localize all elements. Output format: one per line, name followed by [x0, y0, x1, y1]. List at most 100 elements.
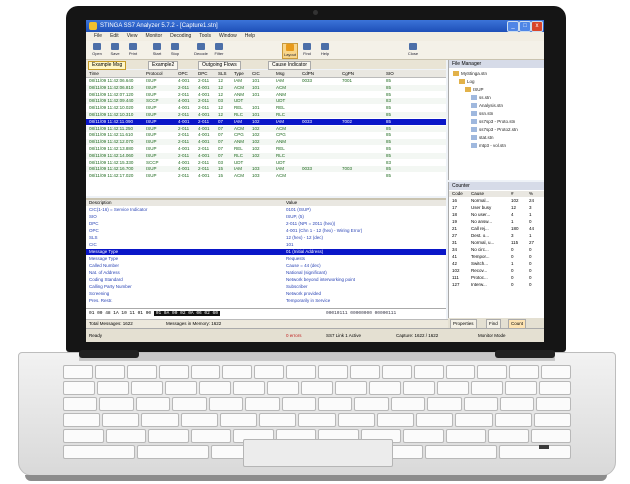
key[interactable] [190, 365, 221, 379]
key[interactable] [335, 381, 367, 395]
decode-line[interactable]: Nat. of Address National (significant) [86, 270, 446, 276]
key[interactable] [536, 397, 571, 411]
key[interactable] [63, 429, 104, 443]
table-row[interactable]: 08/11/09 11:42:07.120 ISUP 2-011 4-001 12 ANM… [86, 92, 446, 98]
key[interactable] [99, 397, 134, 411]
decode-line[interactable]: Message Type 01 (Initial Address) [86, 249, 446, 255]
key[interactable] [369, 381, 401, 395]
key[interactable] [317, 397, 353, 411]
toolbar-help-button[interactable]: Help [318, 43, 332, 57]
key[interactable] [281, 397, 316, 411]
key[interactable] [126, 365, 157, 379]
counter-row[interactable]: 127 Interw... 0 0 [449, 282, 544, 288]
decode-line[interactable]: Message Type Requests [86, 256, 446, 262]
decode-line[interactable]: Pres. Restr. Temporarily in Service [86, 298, 446, 304]
table-row[interactable]: 08/11/09 11:42:12.070 ISUP 2-011 4-001 07 ANM… [86, 139, 446, 146]
key[interactable] [413, 365, 444, 379]
key[interactable] [148, 429, 189, 443]
key[interactable] [298, 413, 336, 427]
decode-line[interactable]: SIO ISUP, (5) [86, 214, 446, 220]
key[interactable] [463, 397, 499, 411]
toolbar-open-button[interactable]: Open [90, 43, 104, 57]
file-tree-node[interactable]: ss7sp3 - Proto2.stn [471, 126, 518, 133]
menu-file[interactable]: File [94, 33, 102, 39]
column-header[interactable]: SLS [218, 70, 227, 77]
toolbar-stop-button[interactable]: Stop [168, 43, 182, 57]
counter-row[interactable]: 17 User busy 12 3 [449, 205, 544, 211]
key[interactable] [416, 413, 454, 427]
close-button[interactable]: x [531, 21, 543, 32]
key[interactable] [172, 397, 207, 411]
decode-line[interactable]: DPC 2-011 (NPI = 2011 (hex)) [86, 221, 446, 227]
counter-row[interactable]: 31 Normal, u... 115 27 [449, 240, 544, 246]
key[interactable] [94, 365, 125, 379]
key[interactable] [381, 365, 412, 379]
file-tree-node[interactable]: ISUP [465, 86, 484, 93]
file-tree-node[interactable]: ssn.stn [471, 110, 493, 117]
counter-row[interactable]: 102 Recov... 0 0 [449, 268, 544, 274]
column-header[interactable]: Time [89, 70, 99, 77]
key[interactable] [427, 397, 462, 411]
menu-tools[interactable]: Tools [199, 33, 211, 39]
key[interactable] [259, 413, 297, 427]
key[interactable] [63, 445, 135, 459]
column-header[interactable]: CIC [252, 70, 260, 77]
key[interactable] [105, 429, 146, 443]
key[interactable] [500, 397, 535, 411]
table-row[interactable]: 08/11/09 11:42:16.700 ISUP 4-001 2-011 15 IAM… [86, 166, 446, 173]
file-tree-node[interactable]: ss.stn [471, 94, 491, 101]
key[interactable] [318, 365, 348, 379]
key[interactable] [286, 365, 316, 379]
key[interactable] [455, 413, 493, 427]
decode-line[interactable]: Called Number Cause = 44 (dec) [86, 263, 446, 269]
column-header[interactable]: Msg [276, 70, 285, 77]
toolbar-print-button[interactable]: Print [126, 43, 140, 57]
table-row[interactable]: 08/11/09 11:42:15.330 SCCP 4-001 2-011 03 UDT… [86, 160, 446, 166]
tab-example2[interactable]: Example2 [148, 61, 179, 70]
key[interactable] [533, 413, 572, 427]
key[interactable] [471, 381, 503, 395]
column-header[interactable]: CdPN [302, 70, 314, 77]
key[interactable] [445, 429, 486, 443]
tab-outgoing-flows[interactable]: Outgoing Flows [198, 61, 241, 70]
decode-line[interactable]: Calling Party Number Subscriber [86, 284, 446, 290]
tab-cause-indicator[interactable]: Cause Indicator [268, 61, 312, 70]
key[interactable] [180, 413, 218, 427]
counter-row[interactable]: 18 No user... 4 1 [449, 212, 544, 218]
menu-help[interactable]: Help [245, 33, 255, 39]
decode-line[interactable]: OPC 4-001 (Chn 1 - 12 (hex) - Wiring Erro… [86, 228, 446, 234]
counter-row[interactable]: 27 Dest. o... 3 1 [449, 233, 544, 239]
decode-line[interactable]: CIC 101 [86, 242, 446, 248]
toolbar-layout-button[interactable]: Layout [282, 43, 298, 59]
counter-column-header[interactable]: % [529, 191, 533, 197]
key[interactable] [135, 397, 171, 411]
key[interactable] [63, 413, 101, 427]
counter-row[interactable]: 34 No circ... 0 0 [449, 247, 544, 253]
maximize-button[interactable]: □ [519, 21, 531, 32]
toolbar-decode-button[interactable]: Decode [194, 43, 208, 57]
key[interactable] [477, 365, 508, 379]
table-row[interactable]: 08/11/09 11:42:06.640 ISUP 4-001 2-011 12 IAM… [86, 78, 446, 84]
file-tree-node[interactable]: Analysis.stn [471, 102, 503, 109]
counter-column-header[interactable]: # [511, 191, 514, 197]
key[interactable] [530, 429, 571, 443]
key[interactable] [539, 381, 571, 395]
toolbar-find-button[interactable]: Find [300, 43, 314, 57]
key[interactable] [445, 365, 476, 379]
counter-column-header[interactable]: Cause [471, 191, 484, 197]
key[interactable] [245, 397, 280, 411]
file-tree-node[interactable]: mtp3 - vol.stn [471, 142, 506, 149]
column-header[interactable]: SIO [386, 70, 394, 77]
table-row[interactable]: 08/11/09 11:42:11.090 ISUP 4-001 2-011 07 IAM… [86, 118, 446, 125]
key[interactable] [63, 365, 93, 379]
toolbar-save-button[interactable]: Save [108, 43, 122, 57]
table-row[interactable]: 08/11/09 11:42:17.020 ISUP 2-011 4-001 15 ACM… [86, 173, 446, 179]
key[interactable] [376, 413, 415, 427]
table-row[interactable]: 08/11/09 11:42:11.250 ISUP 2-011 4-001 07 ACM… [86, 125, 446, 132]
table-row[interactable]: 08/11/09 11:42:14.060 ISUP 2-011 4-001 07 RLC… [86, 152, 446, 159]
key[interactable] [97, 381, 129, 395]
table-row[interactable]: 08/11/09 11:42:06.810 ISUP 2-011 4-001 12 ACM… [86, 84, 446, 91]
counter-row[interactable]: 111 Protoc... 0 0 [449, 275, 544, 281]
key[interactable] [403, 381, 435, 395]
file-tree-node[interactable]: ss7sp3 - Proto.stn [471, 118, 515, 125]
